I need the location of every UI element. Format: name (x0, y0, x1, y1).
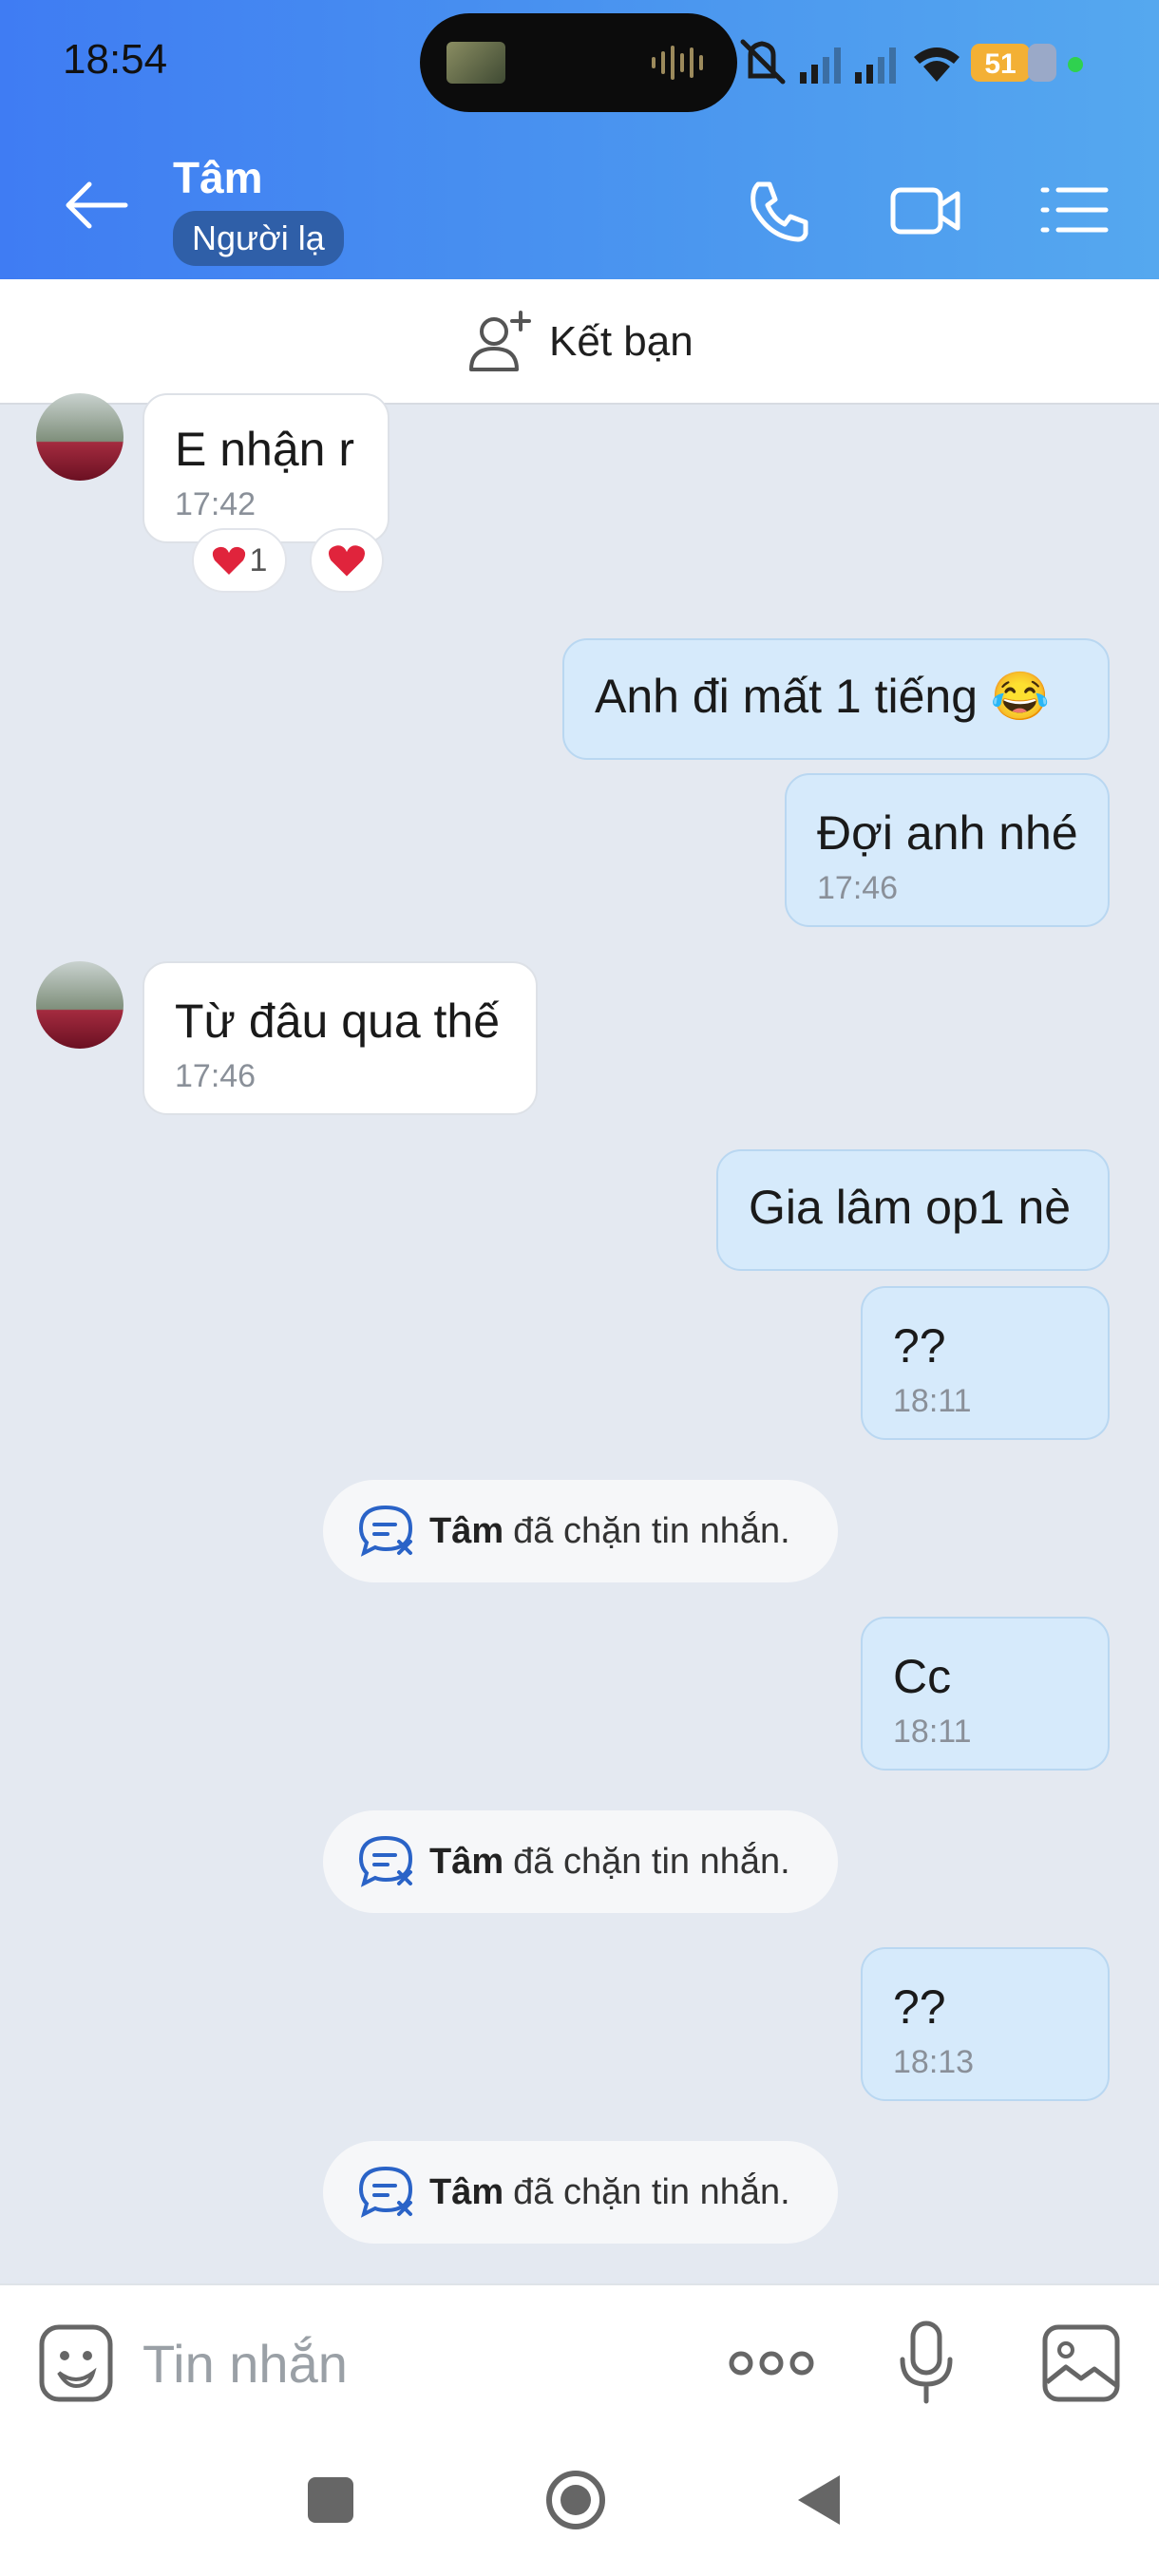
blocked-notice-name: Tâm (429, 1510, 504, 1551)
nav-home-icon[interactable] (543, 2468, 608, 2532)
outgoing-message[interactable]: Anh đi mất 1 tiếng 😂 (562, 638, 1110, 760)
message-text: Gia lâm op1 nè (749, 1181, 1072, 1234)
contact-avatar[interactable] (36, 961, 124, 1049)
menu-list-icon[interactable] (1039, 177, 1112, 243)
incoming-message[interactable]: E nhận r 17:42 (142, 393, 390, 543)
dynamic-island (420, 13, 737, 112)
message-input[interactable]: Tin nhắn (142, 2333, 348, 2395)
video-camera-icon[interactable] (889, 177, 961, 243)
message-text: E nhận r (175, 423, 355, 476)
status-time: 18:54 (63, 36, 168, 83)
chat-title[interactable]: Tâm (173, 152, 263, 203)
reaction-count: 1 (249, 541, 268, 578)
more-icon[interactable] (728, 2344, 815, 2382)
audio-wave-icon (652, 46, 703, 80)
message-time: 18:11 (893, 1383, 972, 1419)
nav-back-icon[interactable] (794, 2472, 844, 2529)
message-time: 17:46 (817, 870, 899, 906)
blocked-notice-name: Tâm (429, 1841, 504, 1882)
blocked-notice-text: đã chặn tin nhắn. (513, 1510, 790, 1551)
reaction-count-badge[interactable]: 1 (192, 528, 287, 593)
message-text: Từ đâu qua thế (175, 994, 501, 1048)
chat-header: 18:54 51 Tâm Người lạ (0, 0, 1159, 279)
image-icon[interactable] (1041, 2323, 1121, 2403)
message-text: ?? (893, 1980, 946, 2034)
status-icons: 51 (740, 39, 1083, 85)
outgoing-message[interactable]: Gia lâm op1 nè (716, 1149, 1110, 1271)
message-time: 17:46 (175, 1058, 256, 1094)
outgoing-message[interactable]: Cc 18:11 (861, 1617, 1110, 1771)
microphone-icon[interactable] (899, 2320, 954, 2407)
incoming-message[interactable]: Từ đâu qua thế 17:46 (142, 961, 538, 1115)
message-text: Đợi anh nhé (817, 806, 1078, 860)
blocked-notice-name: Tâm (429, 2171, 504, 2212)
add-friend-button[interactable]: Kết bạn (466, 302, 694, 382)
outgoing-message[interactable]: Đợi anh nhé 17:46 (785, 773, 1110, 927)
add-friend-label: Kết bạn (549, 318, 694, 365)
stranger-badge: Người lạ (173, 211, 344, 266)
blocked-notice: Tâm đã chặn tin nhắn. (323, 2141, 838, 2244)
heart-icon (328, 545, 366, 577)
back-arrow-icon[interactable] (59, 177, 139, 234)
contact-avatar[interactable] (36, 393, 124, 481)
battery-level: 51 (984, 48, 1016, 80)
sticker-icon[interactable] (38, 2323, 114, 2403)
message-text: Cc (893, 1650, 952, 1703)
message-time: 17:42 (175, 486, 256, 522)
message-input-bar: Tin nhắn (0, 2283, 1159, 2441)
blocked-notice-text: đã chặn tin nhắn. (513, 2171, 790, 2212)
nav-square-icon[interactable] (308, 2477, 353, 2523)
react-heart-button[interactable] (310, 528, 384, 593)
blocked-message-icon (358, 2166, 413, 2218)
blocked-notice: Tâm đã chặn tin nhắn. (323, 1480, 838, 1582)
phone-icon[interactable] (741, 177, 813, 243)
blocked-notice-text: đã chặn tin nhắn. (513, 1841, 790, 1882)
media-thumbnail (446, 42, 505, 84)
message-text: Anh đi mất 1 tiếng 😂 (595, 670, 1051, 723)
blocked-message-icon (358, 1835, 413, 1887)
outgoing-message[interactable]: ?? 18:13 (861, 1947, 1110, 2101)
message-time: 18:11 (893, 1714, 972, 1750)
add-friend-bar: Kết bạn (0, 279, 1159, 405)
blocked-notice: Tâm đã chặn tin nhắn. (323, 1810, 838, 1913)
add-friend-icon (469, 311, 531, 371)
message-text: ?? (893, 1319, 946, 1373)
message-time: 18:13 (893, 2044, 975, 2080)
system-nav-bar (0, 2439, 1159, 2576)
blocked-message-icon (358, 1505, 413, 1557)
heart-icon (212, 546, 245, 575)
outgoing-message[interactable]: ?? 18:11 (861, 1286, 1110, 1440)
